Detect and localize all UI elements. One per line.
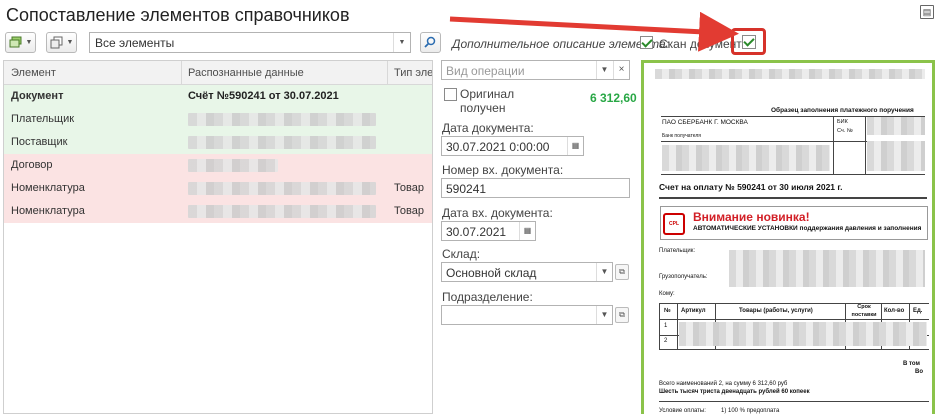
column-header-data[interactable]: Распознанные данные <box>188 67 304 79</box>
row-element: Договор <box>11 159 53 171</box>
in-date-input[interactable]: 30.07.2021 ▦ <box>441 221 536 241</box>
row-element: Номенклатура <box>11 205 85 217</box>
chevron-down-icon[interactable]: ▼ <box>596 263 612 281</box>
divider <box>659 319 929 320</box>
account-label: Сч. № <box>837 128 853 134</box>
open-department-button[interactable]: ⧉ <box>615 307 629 323</box>
calendar-icon[interactable]: ▦ <box>519 222 535 240</box>
chevron-down-icon[interactable]: ▼ <box>596 61 612 79</box>
invoice-scan: Образец заполнения платежного поручения … <box>651 69 931 414</box>
to-label: Кому: <box>659 291 675 297</box>
total-words: Шесть тысяч триста двенадцать рублей 60 … <box>659 389 810 395</box>
divider <box>659 401 929 402</box>
scan-preview[interactable]: Образец заполнения платежного поручения … <box>641 60 935 414</box>
row-element: Документ <box>11 90 64 102</box>
table-header: Элемент Распознанные данные Тип эле... <box>4 61 432 85</box>
redacted-data <box>188 205 376 218</box>
row-type: Товар <box>394 182 424 194</box>
redacted-block <box>655 69 925 79</box>
doc-date-value: 30.07.2021 0:00:00 <box>446 140 550 154</box>
in-date-label: Дата вх. документа: <box>442 206 553 220</box>
divider <box>659 197 927 199</box>
warehouse-select[interactable]: Основной склад ▼ <box>441 262 613 282</box>
col-no: № <box>664 308 671 314</box>
divider <box>659 349 929 350</box>
warehouse-value: Основной склад <box>446 266 537 280</box>
redacted-data <box>188 182 376 195</box>
divider <box>659 303 929 304</box>
column-divider[interactable] <box>387 61 388 85</box>
column-header-type[interactable]: Тип эле... <box>394 67 432 79</box>
row-number: 2 <box>664 338 668 344</box>
ad-title: Внимание новинка! <box>693 210 810 224</box>
column-header-element[interactable]: Элемент <box>11 67 56 79</box>
department-select[interactable]: ▼ <box>441 305 613 325</box>
table-row[interactable]: Номенклатура Товар <box>4 200 432 223</box>
sample-title: Образец заполнения платежного поручения <box>771 107 914 114</box>
divider <box>677 303 678 349</box>
table-row[interactable]: Поставщик <box>4 131 432 154</box>
divider <box>865 116 866 174</box>
original-received-label: Оригинал получен <box>460 87 515 115</box>
chevron-down-icon[interactable]: ▼ <box>596 306 612 324</box>
table-row[interactable]: Номенклатура Товар <box>4 177 432 200</box>
redacted-block <box>867 141 925 171</box>
calendar-icon[interactable]: ▦ <box>567 137 583 155</box>
redacted-data <box>188 159 278 172</box>
redacted-block <box>867 117 925 135</box>
ad-subtitle: АВТОМАТИЧЕСКИЕ УСТАНОВКИ поддержания дав… <box>693 225 922 232</box>
total-items: Всего наименований 2, на сумму 6 312,60 … <box>659 381 788 387</box>
bik-label: БИК <box>837 119 848 125</box>
bank-recipient-label: Банк получателя <box>662 133 701 139</box>
payment-terms-value: 1) 100 % предоплата <box>721 408 780 414</box>
department-label: Подразделение: <box>442 290 533 304</box>
redacted-block <box>662 145 830 171</box>
operation-type-select[interactable]: Вид операции ▼ × <box>441 60 630 80</box>
row-element: Номенклатура <box>11 182 85 194</box>
col-term: Срок поставки <box>851 304 877 318</box>
divider <box>661 174 925 175</box>
row-element: Плательщик <box>11 113 75 125</box>
warehouse-label: Склад: <box>442 247 481 261</box>
redacted-data <box>188 113 376 126</box>
table-row[interactable]: Плательщик <box>4 108 432 131</box>
column-divider[interactable] <box>181 61 182 85</box>
table-row[interactable]: Документ Счёт №590241 от 30.07.2021 <box>4 85 432 108</box>
in-number-value: 590241 <box>446 182 487 196</box>
total-label: Во <box>915 369 923 375</box>
consignee-label: Грузополучатель: <box>659 274 708 280</box>
in-total-label: В том <box>903 361 920 367</box>
doc-date-input[interactable]: 30.07.2021 0:00:00 ▦ <box>441 136 584 156</box>
col-qty: Кол-во <box>884 308 905 314</box>
payment-terms-label: Условие оплаты: <box>659 408 706 414</box>
row-data: Счёт №590241 от 30.07.2021 <box>188 90 339 102</box>
redacted-data <box>188 136 376 149</box>
col-goods: Товары (работы, услуги) <box>739 308 813 314</box>
payer-label: Плательщик: <box>659 248 696 254</box>
ad-logo: CPL <box>663 213 685 235</box>
col-article: Артикул <box>681 308 706 314</box>
original-received-checkbox[interactable] <box>444 88 457 101</box>
col-unit: Ед. <box>913 308 923 314</box>
elements-table: Элемент Распознанные данные Тип эле... Д… <box>3 60 433 414</box>
in-number-input[interactable]: 590241 <box>441 178 630 198</box>
row-number: 1 <box>664 323 668 329</box>
redacted-block <box>679 322 927 346</box>
bank-name: ПАО СБЕРБАНК Г. МОСКВА <box>662 119 748 126</box>
amount-value: 6 312,60 <box>590 91 637 105</box>
invoice-title: Счет на оплату № 590241 от 30 июля 2021 … <box>659 182 843 192</box>
row-type: Товар <box>394 205 424 217</box>
divider <box>659 303 660 349</box>
divider <box>833 116 834 174</box>
row-element: Поставщик <box>11 136 68 148</box>
table-row[interactable]: Договор <box>4 154 432 177</box>
in-date-value: 30.07.2021 <box>446 225 507 239</box>
operation-type-placeholder: Вид операции <box>446 64 525 78</box>
in-number-label: Номер вх. документа: <box>442 163 564 177</box>
doc-date-label: Дата документа: <box>442 121 534 135</box>
redacted-block <box>729 265 925 287</box>
clear-icon[interactable]: × <box>613 61 629 79</box>
open-warehouse-button[interactable]: ⧉ <box>615 264 629 280</box>
